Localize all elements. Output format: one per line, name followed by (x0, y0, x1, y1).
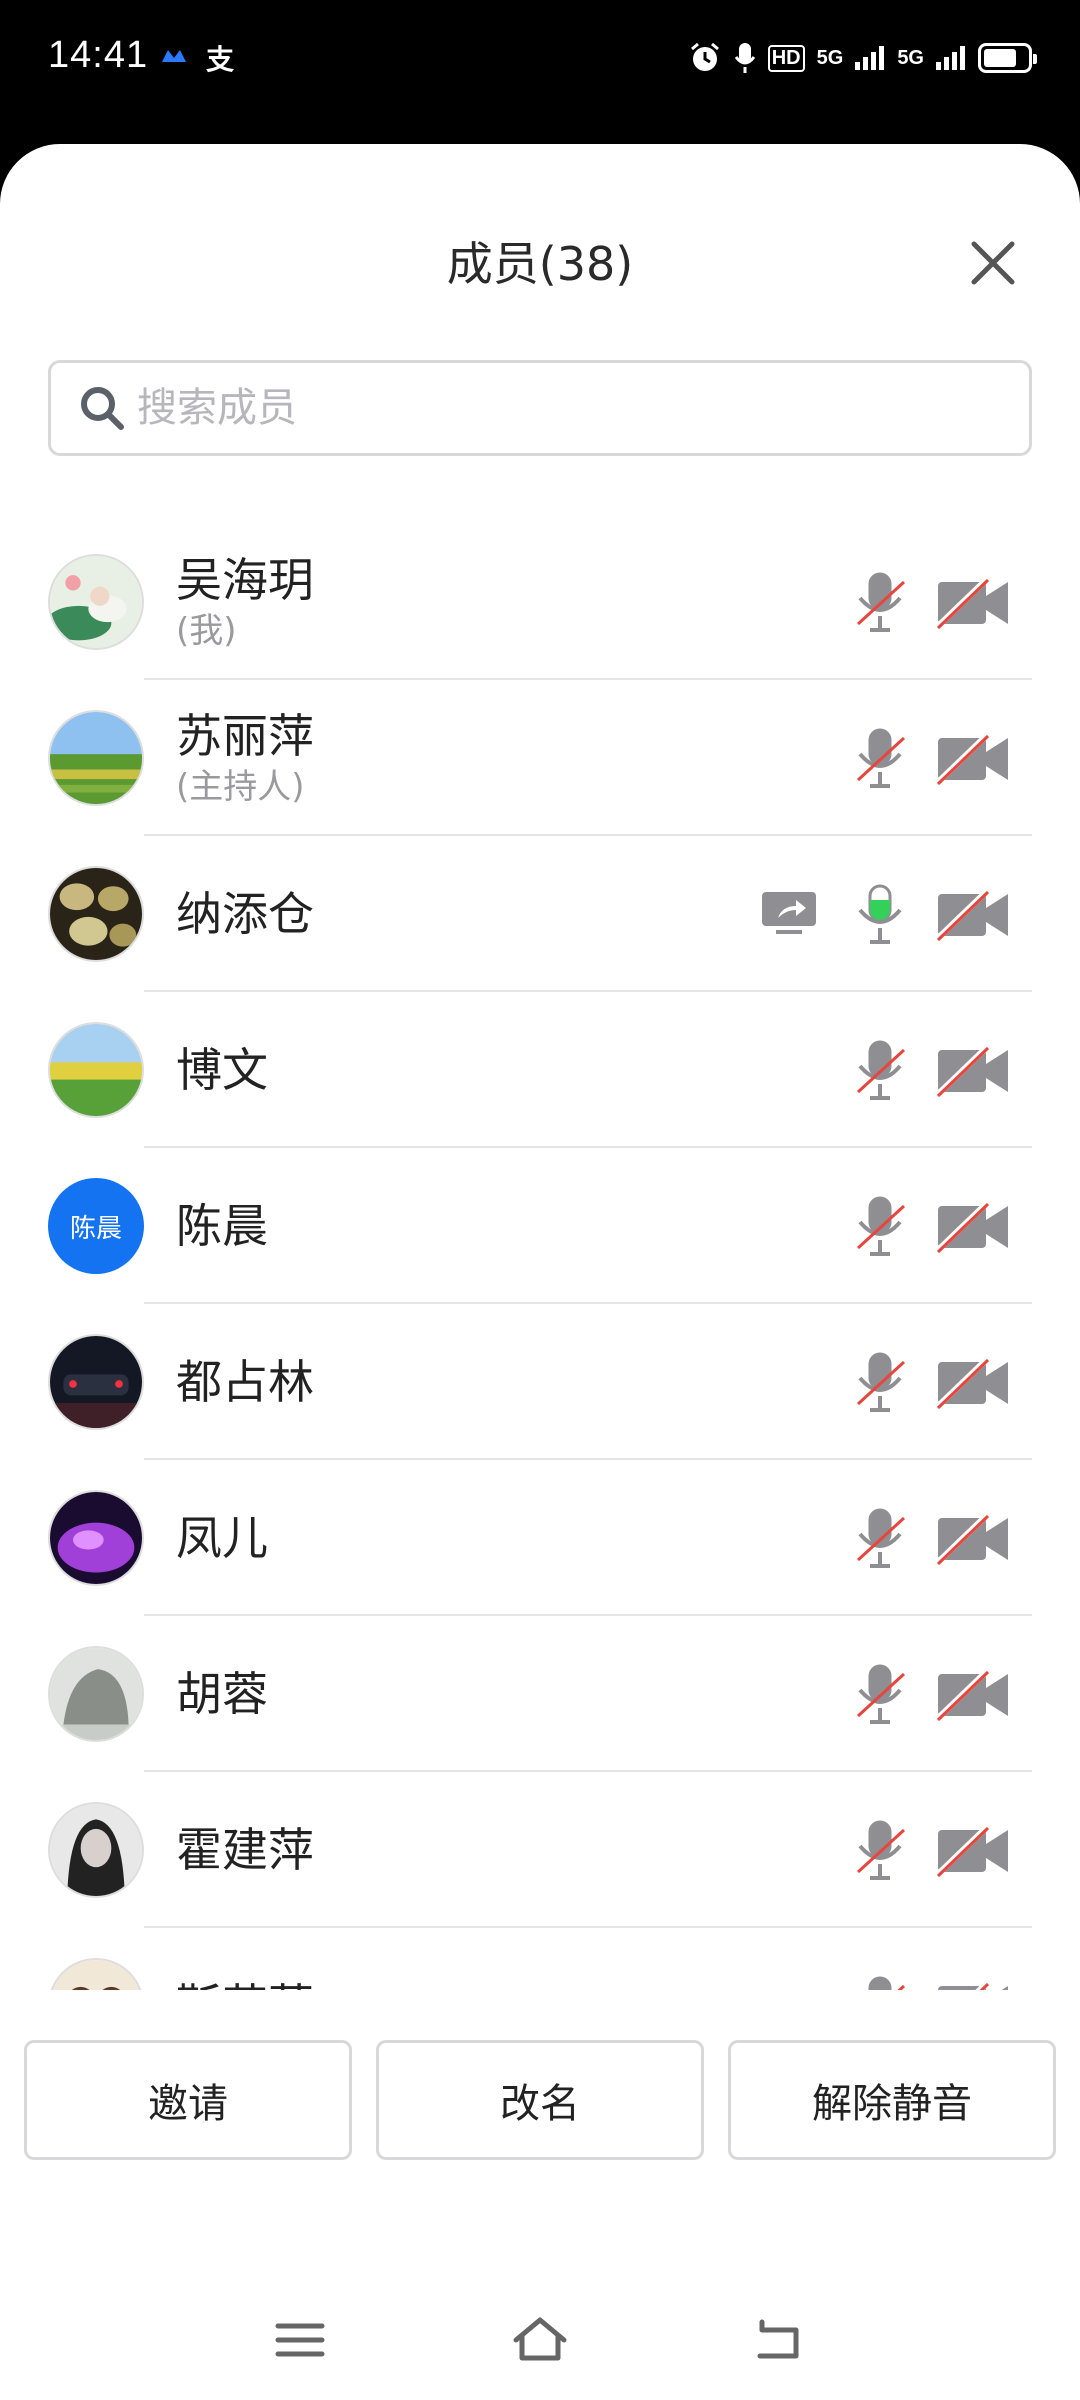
signal-2-label: 5G (897, 46, 924, 69)
status-time: 14:41 (48, 34, 149, 76)
member-name-block: 纳添仓 (176, 836, 314, 992)
avatar (48, 866, 144, 962)
member-name: 苏丽萍 (176, 709, 314, 763)
signal-2-icon (936, 46, 965, 70)
mic-muted-icon[interactable] (852, 1038, 908, 1104)
camera-off-icon[interactable] (936, 888, 1010, 942)
alarm-icon (690, 42, 719, 71)
member-name-block: 陈晨 (176, 1148, 268, 1304)
member-list[interactable]: 吴海玥 (我) 苏丽萍 (主持人) 纳添仓 博文 陈晨 陈晨 都占林 凤儿 胡蓉… (0, 524, 1080, 1990)
mic-muted-icon[interactable] (852, 1818, 908, 1884)
mic-muted-icon[interactable] (852, 1974, 908, 1990)
member-row[interactable]: 都占林 (0, 1304, 1080, 1460)
signal-1-label: 5G (816, 46, 844, 69)
status-icons: HD 5G 5G (688, 38, 1037, 78)
app-notification-icon (162, 50, 186, 62)
alipay-notification-icon: 支 (206, 43, 235, 76)
camera-off-icon[interactable] (936, 1512, 1010, 1566)
member-name-block: 都占林 (176, 1304, 314, 1460)
member-role: (主持人) (176, 767, 305, 807)
back-icon[interactable] (750, 2310, 810, 2370)
member-row[interactable]: 博文 (0, 992, 1080, 1148)
avatar (48, 1646, 144, 1742)
member-name-block: 吴海玥 (我) (176, 524, 314, 680)
member-row[interactable]: 吴海玥 (我) (0, 524, 1080, 680)
avatar (48, 1022, 144, 1118)
member-name-block: 霍建萍 (176, 1772, 314, 1928)
member-name: 博文 (176, 1043, 268, 1097)
avatar (48, 1334, 144, 1430)
member-row[interactable]: 霍建萍 (0, 1772, 1080, 1928)
screen-share-icon[interactable] (760, 890, 818, 938)
mic-muted-icon[interactable] (852, 726, 908, 792)
unmute-button[interactable]: 解除静音 (728, 2040, 1056, 2160)
camera-off-icon[interactable] (936, 1356, 1010, 1410)
member-name: 靳芷蔻 (176, 1977, 314, 1990)
camera-off-icon[interactable] (936, 1824, 1010, 1878)
close-icon[interactable] (960, 230, 1026, 296)
mic-active-icon[interactable] (852, 882, 908, 948)
member-name: 陈晨 (176, 1199, 268, 1253)
search-box[interactable] (48, 360, 1032, 456)
mic-muted-icon[interactable] (852, 1194, 908, 1260)
mic-muted-icon[interactable] (852, 1506, 908, 1572)
home-icon[interactable] (510, 2310, 570, 2370)
member-name: 都占林 (176, 1355, 314, 1409)
member-name-block: 博文 (176, 992, 268, 1148)
system-nav-bar (0, 2292, 1080, 2392)
signal-1-icon (855, 46, 885, 70)
action-bar: 邀请 改名 解除静音 (0, 2040, 1080, 2160)
avatar (48, 710, 144, 806)
search-icon (81, 387, 124, 430)
mic-muted-icon[interactable] (852, 1662, 908, 1728)
member-name-block: 苏丽萍 (主持人) (176, 680, 314, 836)
member-name: 胡蓉 (176, 1667, 268, 1721)
camera-off-icon[interactable] (936, 1200, 1010, 1254)
member-name-block: 靳芷蔻 (176, 1928, 314, 1990)
camera-off-icon[interactable] (936, 1044, 1010, 1098)
camera-off-icon[interactable] (936, 1980, 1010, 1990)
search-input[interactable] (137, 385, 997, 431)
member-row[interactable]: 陈晨 陈晨 (0, 1148, 1080, 1304)
member-row[interactable]: 靳芷蔻 (0, 1928, 1080, 1990)
battery-icon (978, 43, 1037, 73)
mic-status-icon (734, 43, 755, 73)
avatar (48, 1490, 144, 1586)
invite-button[interactable]: 邀请 (24, 2040, 352, 2160)
member-row[interactable]: 纳添仓 (0, 836, 1080, 992)
avatar (48, 1802, 144, 1898)
member-row[interactable]: 胡蓉 (0, 1616, 1080, 1772)
avatar (48, 1958, 144, 1990)
menu-icon[interactable] (270, 2310, 330, 2370)
members-sheet: 成员(38) 吴海玥(我) 苏丽萍(主持人) 纳添仓 博文 (0, 144, 1080, 2400)
rename-button[interactable]: 改名 (376, 2040, 704, 2160)
hd-label: HD (767, 44, 805, 72)
member-row[interactable]: 苏丽萍 (主持人) (0, 680, 1080, 836)
member-name: 霍建萍 (176, 1823, 314, 1877)
member-name: 纳添仓 (176, 887, 314, 941)
member-name: 吴海玥 (176, 553, 314, 607)
status-bar: 14:41 支 HD 5G 5G (0, 0, 1080, 120)
camera-off-icon[interactable] (936, 732, 1010, 786)
member-row[interactable]: 凤儿 (0, 1460, 1080, 1616)
member-role: (我) (176, 611, 237, 651)
avatar: 陈晨 (48, 1178, 144, 1274)
mic-muted-icon[interactable] (852, 1350, 908, 1416)
member-name-block: 胡蓉 (176, 1616, 268, 1772)
camera-off-icon[interactable] (936, 1668, 1010, 1722)
member-name: 凤儿 (176, 1511, 268, 1565)
camera-off-icon[interactable] (936, 576, 1010, 630)
mic-muted-icon[interactable] (852, 570, 908, 636)
avatar (48, 554, 144, 650)
member-name-block: 凤儿 (176, 1460, 268, 1616)
page-title: 成员(38) (446, 237, 634, 291)
